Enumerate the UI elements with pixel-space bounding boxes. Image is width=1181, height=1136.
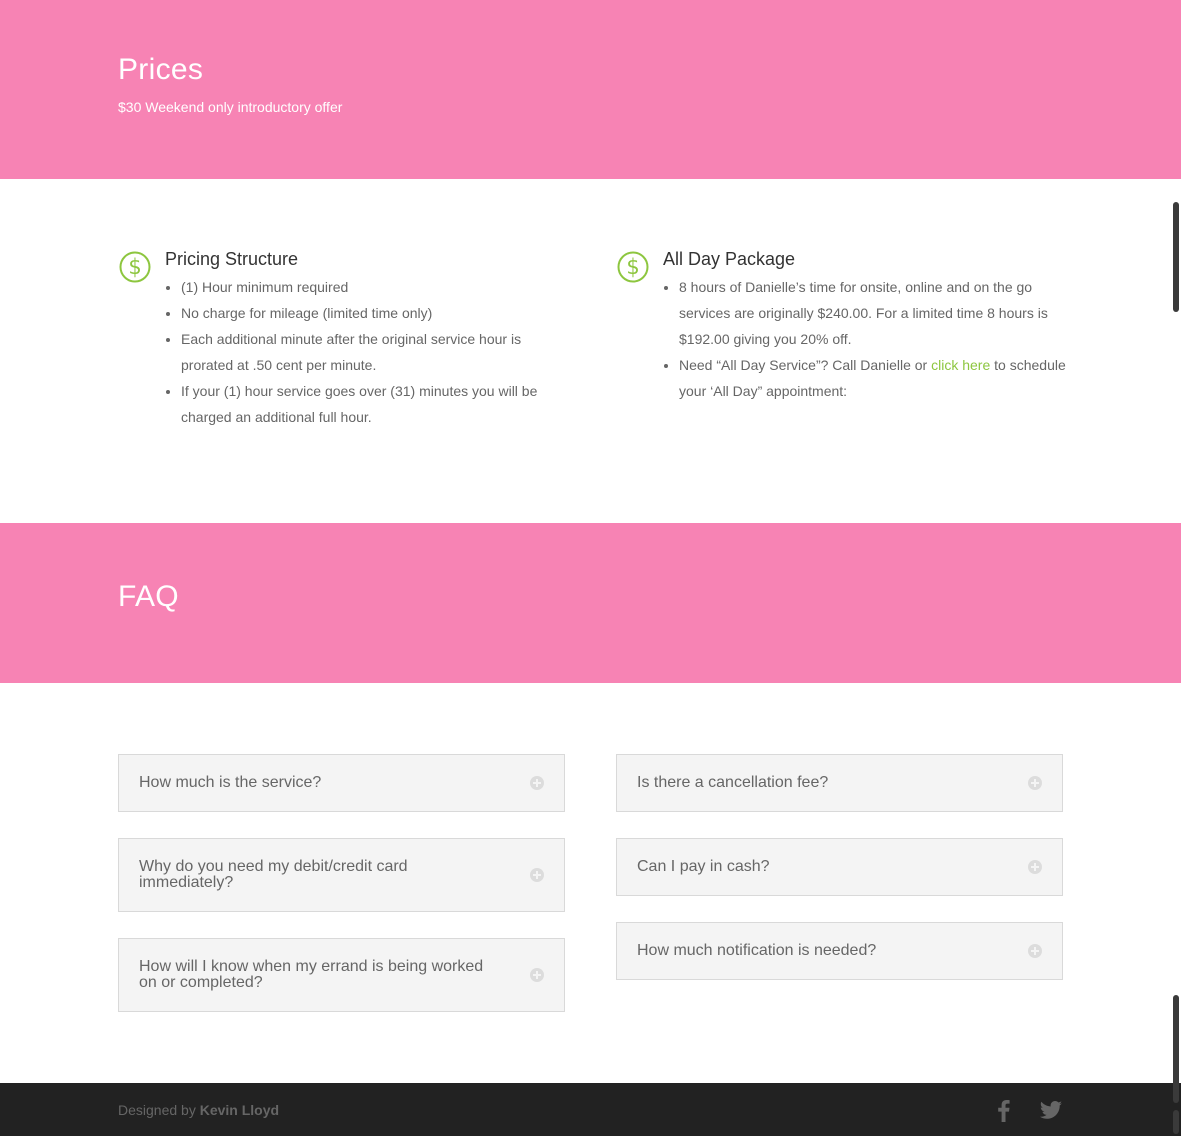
faq-title: FAQ xyxy=(118,580,179,613)
footer: Designed by Kevin Lloyd xyxy=(0,1083,1181,1136)
designer-name: Kevin Lloyd xyxy=(199,1102,280,1118)
facebook-icon[interactable] xyxy=(991,1097,1017,1123)
faq-header: FAQ xyxy=(0,523,1181,683)
footer-credit: Designed by Kevin Lloyd xyxy=(118,1102,279,1118)
faq-item-errand-status[interactable]: How will I know when my errand is being … xyxy=(118,938,565,1012)
twitter-icon[interactable] xyxy=(1038,1097,1064,1123)
designed-by-text: Designed by xyxy=(118,1102,200,1118)
plus-icon[interactable] xyxy=(1028,860,1042,874)
faq-item-card-required[interactable]: Why do you need my debit/credit card imm… xyxy=(118,838,565,912)
faq-question: How much notification is needed? xyxy=(637,942,877,959)
pricing-structure-title: Pricing Structure xyxy=(165,249,299,269)
faq-item-pay-cash[interactable]: Can I pay in cash? xyxy=(616,838,1063,896)
dollar-icon: $ xyxy=(617,251,649,283)
faq-item-notification[interactable]: How much notification is needed? xyxy=(616,922,1063,980)
faq-question: Is there a cancellation fee? xyxy=(637,774,829,791)
click-here-link[interactable]: click here xyxy=(931,357,990,373)
faq-item-cancellation-fee[interactable]: Is there a cancellation fee? xyxy=(616,754,1063,812)
list-item: (1) Hour minimum required xyxy=(181,274,568,300)
plus-icon[interactable] xyxy=(1028,944,1042,958)
faq-question: How will I know when my errand is being … xyxy=(139,958,484,991)
all-day-package-list: 8 hours of Danielle’s time for onsite, o… xyxy=(663,274,1066,404)
plus-icon[interactable] xyxy=(1028,776,1042,790)
pricing-structure-list: (1) Hour minimum required No charge for … xyxy=(165,274,568,430)
list-item: Each additional minute after the origina… xyxy=(181,326,568,378)
list-item-text: Need “All Day Service”? Call Danielle or xyxy=(679,357,932,373)
list-item: No charge for mileage (limited time only… xyxy=(181,300,568,326)
plus-icon[interactable] xyxy=(530,776,544,790)
plus-icon[interactable] xyxy=(530,868,544,882)
scrollbar-thumb[interactable] xyxy=(1173,202,1179,312)
svg-text:$: $ xyxy=(626,255,639,279)
dollar-icon: $ xyxy=(119,251,151,283)
all-day-package-title: All Day Package xyxy=(663,249,796,269)
svg-text:$: $ xyxy=(128,255,141,279)
prices-subtitle: $30 Weekend only introductory offer xyxy=(118,99,343,115)
list-item: If your (1) hour service goes over (31) … xyxy=(181,378,568,430)
faq-item-service-cost[interactable]: How much is the service? xyxy=(118,754,565,812)
prices-title: Prices xyxy=(118,53,204,86)
scrollbar-thumb[interactable] xyxy=(1173,995,1179,1103)
all-day-package-blurb: $ All Day Package 8 hours of Danielle’s … xyxy=(616,248,1066,404)
faq-question: How much is the service? xyxy=(139,774,322,791)
scrollbar-thumb[interactable] xyxy=(1173,1110,1179,1134)
faq-question: Can I pay in cash? xyxy=(637,858,770,875)
prices-header: Prices $30 Weekend only introductory off… xyxy=(0,0,1181,179)
list-item: 8 hours of Danielle’s time for onsite, o… xyxy=(679,274,1066,352)
pricing-structure-blurb: $ Pricing Structure (1) Hour minimum req… xyxy=(118,248,568,430)
list-item: Need “All Day Service”? Call Danielle or… xyxy=(679,352,1066,404)
faq-question: Why do you need my debit/credit card imm… xyxy=(139,858,408,891)
plus-icon[interactable] xyxy=(530,968,544,982)
